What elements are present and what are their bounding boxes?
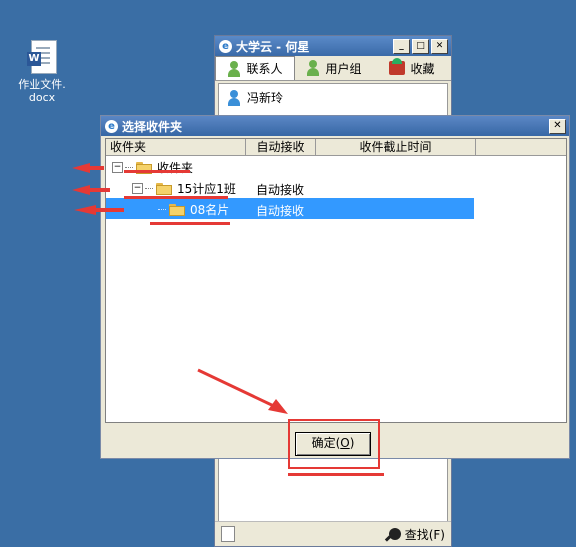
word-document-icon: W [27, 40, 57, 74]
main-window-titlebar[interactable]: e 大学云 - 何星 _ □ ✕ [215, 36, 451, 56]
desktop-file-icon[interactable]: W 作业文件. docx [10, 40, 74, 104]
folder-name: 收件夹 [157, 161, 194, 175]
app-logo-icon: e [219, 39, 232, 53]
auto-receive-value: 自动接收 [256, 204, 305, 218]
folder-name: 08名片 [190, 203, 230, 217]
favorites-icon [389, 58, 406, 75]
app-logo-icon: e [105, 119, 118, 133]
main-tabs: 联系人 用户组 收藏 [215, 56, 451, 81]
column-header-deadline[interactable]: 收件截止时间 [316, 139, 476, 155]
contact-item[interactable]: 冯新玲 [219, 84, 447, 111]
dialog-title: 选择收件夹 [122, 119, 183, 134]
column-header-auto-receive[interactable]: 自动接收 [246, 139, 316, 155]
dialog-close-button[interactable]: ✕ [549, 118, 566, 134]
folder-icon [169, 203, 185, 216]
tree-row-root[interactable]: − 收件夹 [106, 156, 566, 177]
annotation-underline [124, 170, 190, 173]
tree-row-class[interactable]: − 15计应1班 自动接收 [106, 177, 566, 198]
contacts-icon [227, 60, 241, 77]
dialog-titlebar[interactable]: e 选择收件夹 ✕ [101, 116, 569, 136]
desktop-file-label-2: docx [28, 91, 56, 104]
annotation-underline [288, 473, 384, 476]
folder-open-icon [156, 182, 172, 195]
note-icon[interactable] [221, 526, 235, 542]
find-button[interactable]: 查找(F) [388, 526, 445, 543]
column-header-empty [476, 139, 566, 155]
tree-row-selected[interactable]: 08名片 自动接收 [106, 198, 474, 219]
desktop-file-label-1: 作业文件. [18, 78, 66, 91]
close-button[interactable]: ✕ [431, 38, 448, 54]
tab-favorites[interactable]: 收藏 [373, 56, 451, 80]
maximize-button[interactable]: □ [412, 38, 429, 54]
collapse-icon[interactable]: − [112, 162, 123, 173]
main-window-statusbar: 查找(F) [215, 521, 451, 546]
annotation-underline [124, 196, 228, 199]
tab-contacts[interactable]: 联系人 [215, 56, 295, 80]
folder-name: 15计应1班 [177, 182, 236, 196]
column-header-folder[interactable]: 收件夹 [106, 139, 246, 155]
annotation-box [288, 419, 380, 469]
minimize-button[interactable]: _ [393, 38, 410, 54]
main-window-title: 大学云 - 何星 [236, 39, 310, 54]
select-folder-dialog: e 选择收件夹 ✕ 收件夹 自动接收 收件截止时间 − 收件夹 − 15计应1班 [100, 115, 570, 459]
key-icon [388, 528, 401, 540]
user-avatar-icon [227, 89, 241, 106]
annotation-underline [150, 222, 230, 225]
tree-column-headers: 收件夹 自动接收 收件截止时间 [106, 139, 566, 156]
auto-receive-value: 自动接收 [256, 183, 305, 197]
find-label: 查找(F) [404, 527, 445, 542]
folder-tree: 收件夹 自动接收 收件截止时间 − 收件夹 − 15计应1班 自动接收 08名片… [105, 138, 567, 423]
collapse-icon[interactable]: − [132, 183, 143, 194]
tab-groups[interactable]: 用户组 [295, 56, 373, 80]
groups-icon [306, 60, 320, 76]
tab-contacts-label: 联系人 [246, 62, 283, 76]
tab-favorites-label: 收藏 [410, 61, 435, 76]
tab-groups-label: 用户组 [325, 61, 362, 76]
contact-name: 冯新玲 [247, 91, 284, 105]
